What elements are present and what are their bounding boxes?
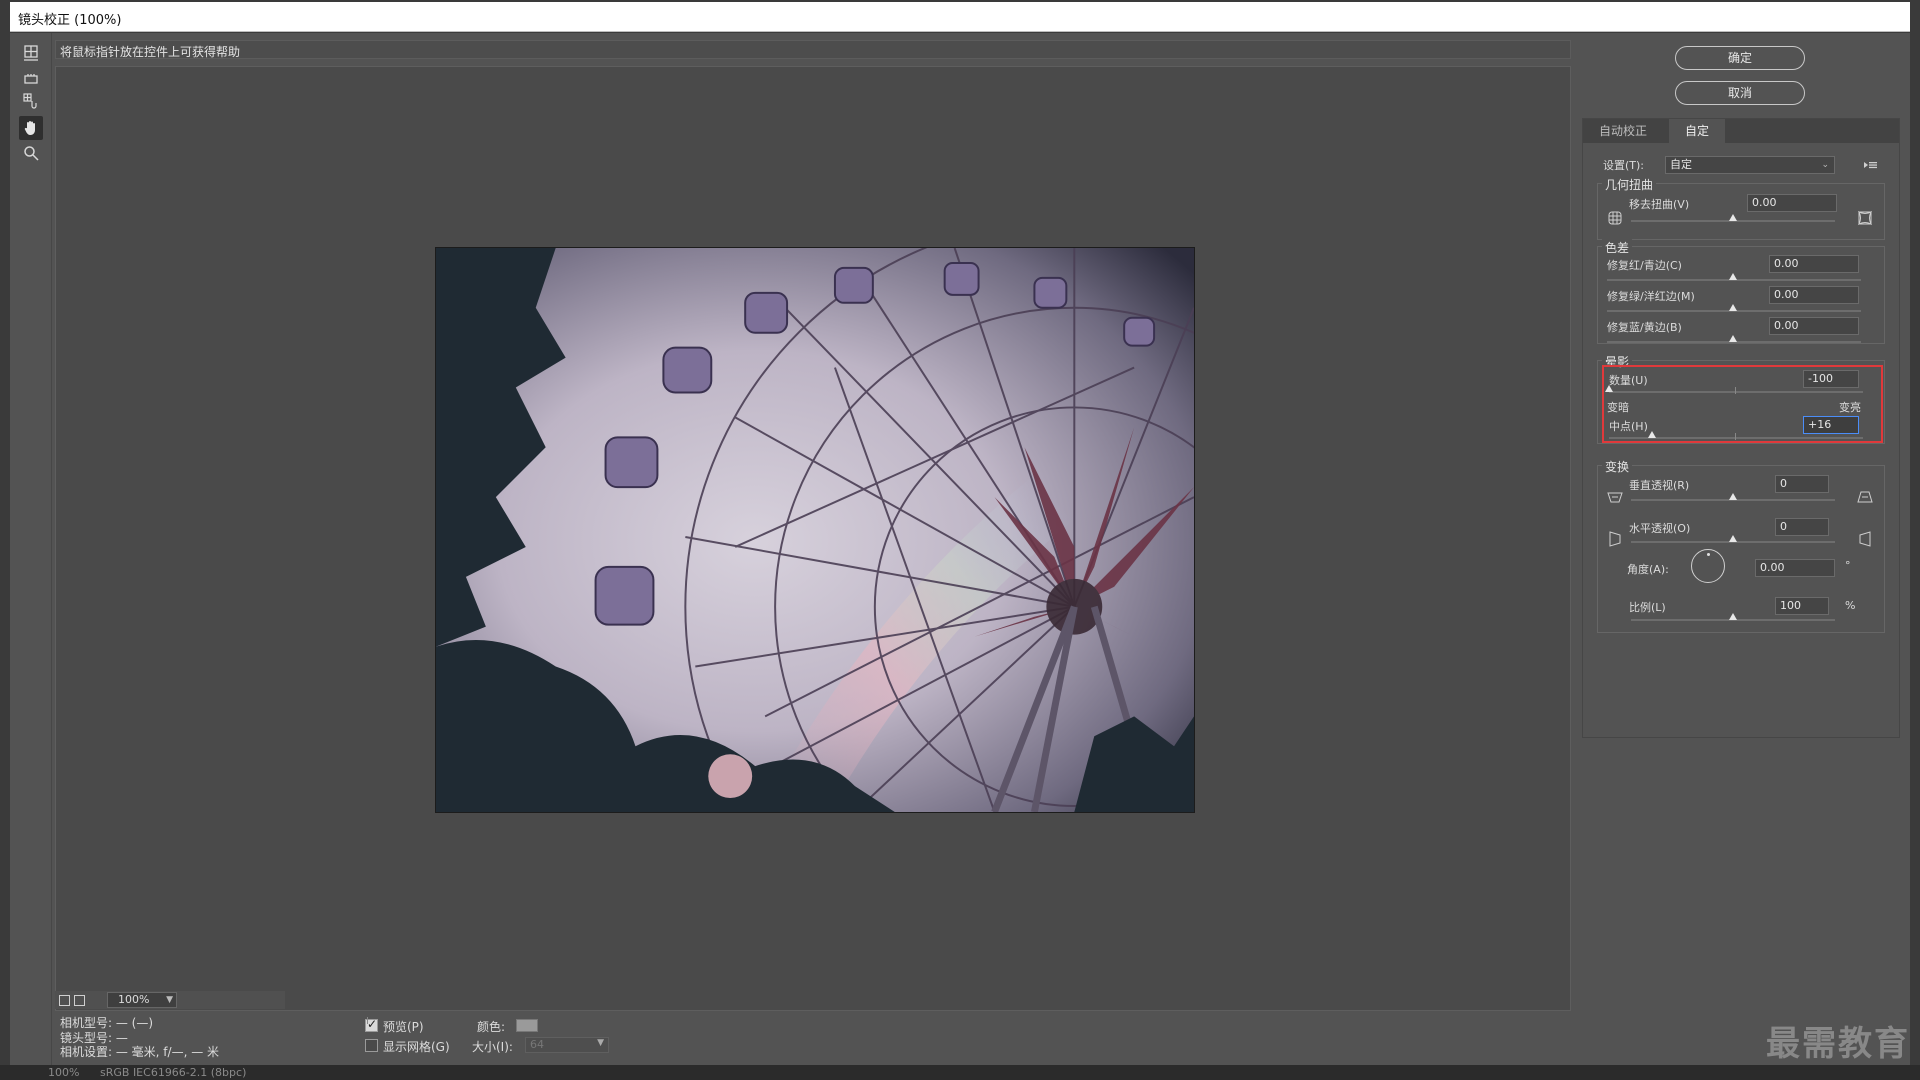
vignette-amount-field[interactable]: -100 — [1803, 370, 1859, 388]
settings-value: 自定 — [1670, 158, 1692, 171]
panel-tabs: 自动校正 自定 — [1583, 119, 1899, 143]
green-magenta-handle[interactable] — [1729, 304, 1737, 311]
size-label: 大小(I): — [472, 1040, 513, 1054]
vertical-perspective-handle[interactable] — [1729, 493, 1737, 500]
geometric-distortion-title: 几何扭曲 — [1602, 176, 1657, 193]
scale-field[interactable]: 100 — [1775, 597, 1829, 615]
horizontal-perspective-handle[interactable] — [1729, 535, 1737, 542]
zoom-tool-icon[interactable] — [19, 141, 43, 165]
camera-info: 相机型号: — (—) 镜头型号: — 相机设置: — 毫米, f/—, — 米 — [60, 1016, 219, 1060]
vignette-amount-label: 数量(U) — [1609, 374, 1648, 387]
angle-dial[interactable] — [1691, 549, 1725, 583]
horizontal-perspective-label: 水平透视(O) — [1629, 522, 1691, 535]
red-cyan-field[interactable]: 0.00 — [1769, 255, 1859, 273]
scale-unit: % — [1845, 599, 1856, 612]
preview-checkbox[interactable]: ✓ — [365, 1017, 378, 1032]
status-bar: 100% sRGB IEC61966-2.1 (8bpc) — [0, 1065, 1920, 1080]
vertical-perspective-right-icon — [1857, 489, 1873, 505]
settings-panel: 自动校正 自定 设置(T): 自定 ⌄ 几何扭曲 移去扭曲(V) 0.00 色差… — [1582, 118, 1900, 738]
zoom-select[interactable]: 100% ▼ — [107, 992, 177, 1008]
angle-unit: ° — [1845, 559, 1851, 572]
transform-title: 变换 — [1602, 458, 1633, 475]
blue-yellow-handle[interactable] — [1729, 335, 1737, 342]
red-cyan-handle[interactable] — [1729, 273, 1737, 280]
vignette-amount-slider[interactable] — [1609, 391, 1863, 393]
window-title: 镜头校正 (100%) — [18, 13, 122, 28]
scale-handle[interactable] — [1729, 613, 1737, 620]
vignette-amount-center-tick — [1735, 387, 1736, 394]
move-grid-tool-icon[interactable] — [19, 89, 43, 113]
show-grid-label: 显示网格(G) — [383, 1040, 450, 1054]
ok-button[interactable]: 确定 — [1675, 46, 1805, 70]
remove-distortion-field[interactable]: 0.00 — [1747, 194, 1837, 212]
vignette-midpoint-label: 中点(H) — [1609, 420, 1648, 433]
tab-auto-correction[interactable]: 自动校正 — [1583, 119, 1663, 143]
camera-settings: 相机设置: — 毫米, f/—, — 米 — [60, 1045, 220, 1059]
scale-label: 比例(L) — [1629, 601, 1666, 614]
blue-yellow-field[interactable]: 0.00 — [1769, 317, 1859, 335]
cancel-button[interactable]: 取消 — [1675, 81, 1805, 105]
green-magenta-field[interactable]: 0.00 — [1769, 286, 1859, 304]
preview-image — [435, 247, 1195, 813]
lighten-label: 变亮 — [1839, 401, 1861, 414]
settings-menu-icon[interactable] — [1863, 157, 1879, 173]
lens-correction-dialog: 将鼠标指针放在控件上可获得帮助 100% ▼ 相机型号: — (—) 镜头型号:… — [10, 33, 1910, 1076]
window-titlebar: 镜头校正 (100%) — [10, 2, 1910, 32]
grid-color-swatch[interactable] — [516, 1019, 538, 1032]
blue-yellow-label: 修复蓝/黄边(B) — [1607, 321, 1682, 334]
settings-select[interactable]: 自定 ⌄ — [1665, 156, 1835, 174]
vignette-midpoint-field[interactable]: +16 — [1803, 416, 1859, 434]
remove-distortion-handle[interactable] — [1729, 214, 1737, 221]
pincushion-distortion-icon — [1607, 210, 1623, 226]
barrel-distortion-icon — [1857, 210, 1873, 226]
angle-label: 角度(A): — [1627, 563, 1669, 576]
status-color-profile: sRGB IEC61966-2.1 (8bpc) — [100, 1066, 247, 1079]
grid-size-value: 64 — [530, 1038, 544, 1051]
horizontal-perspective-right-icon — [1857, 531, 1873, 547]
help-text: 将鼠标指针放在控件上可获得帮助 — [60, 45, 241, 59]
vertical-perspective-label: 垂直透视(R) — [1629, 479, 1690, 492]
chevron-down-icon: ▼ — [166, 995, 173, 1005]
color-label: 颜色: — [477, 1020, 506, 1034]
horizontal-perspective-left-icon — [1607, 531, 1623, 547]
zoom-in-icon[interactable] — [74, 995, 85, 1006]
preview-label: 预览(P) — [383, 1020, 424, 1034]
vignette-midpoint-center-tick — [1735, 433, 1736, 440]
help-bar: 将鼠标指针放在控件上可获得帮助 — [55, 40, 1571, 59]
straighten-tool-icon[interactable] — [19, 67, 43, 91]
camera-model: 相机型号: — (—) — [60, 1016, 154, 1030]
red-cyan-label: 修复红/青边(C) — [1607, 259, 1682, 272]
custom-tab-content: 设置(T): 自定 ⌄ 几何扭曲 移去扭曲(V) 0.00 色差 修复红/青边(… — [1583, 143, 1899, 737]
status-zoom: 100% — [48, 1066, 80, 1079]
watermark: 最需教育 — [1766, 1024, 1910, 1064]
zoom-out-icon[interactable] — [59, 995, 70, 1006]
chevron-down-icon: ⌄ — [1821, 160, 1829, 170]
preview-canvas[interactable] — [55, 66, 1571, 1011]
vignette-midpoint-handle[interactable] — [1648, 431, 1656, 438]
green-magenta-label: 修复绿/洋红边(M) — [1607, 290, 1695, 303]
hand-tool-icon[interactable] — [19, 116, 43, 140]
vertical-perspective-left-icon — [1607, 489, 1623, 505]
vignette-amount-handle[interactable] — [1605, 385, 1613, 392]
zoom-strip: 100% ▼ — [55, 991, 285, 1009]
remove-distortion-tool-icon[interactable] — [19, 41, 43, 65]
settings-label: 设置(T): — [1603, 159, 1645, 172]
check-icon: ✓ — [367, 1017, 378, 1031]
chromatic-aberration-title: 色差 — [1602, 239, 1633, 256]
grid-size-select[interactable]: 64 ▼ — [525, 1037, 609, 1053]
angle-field[interactable]: 0.00 — [1755, 559, 1835, 577]
tab-custom[interactable]: 自定 — [1669, 119, 1726, 143]
tool-strip — [10, 33, 52, 1076]
zoom-value: 100% — [118, 993, 150, 1006]
show-grid-checkbox[interactable] — [365, 1039, 378, 1052]
darken-label: 变暗 — [1607, 401, 1629, 414]
horizontal-perspective-field[interactable]: 0 — [1775, 518, 1829, 536]
remove-distortion-label: 移去扭曲(V) — [1629, 198, 1690, 211]
chevron-down-icon: ▼ — [597, 1038, 604, 1048]
vertical-perspective-field[interactable]: 0 — [1775, 475, 1829, 493]
lens-model: 镜头型号: — — [60, 1030, 128, 1045]
